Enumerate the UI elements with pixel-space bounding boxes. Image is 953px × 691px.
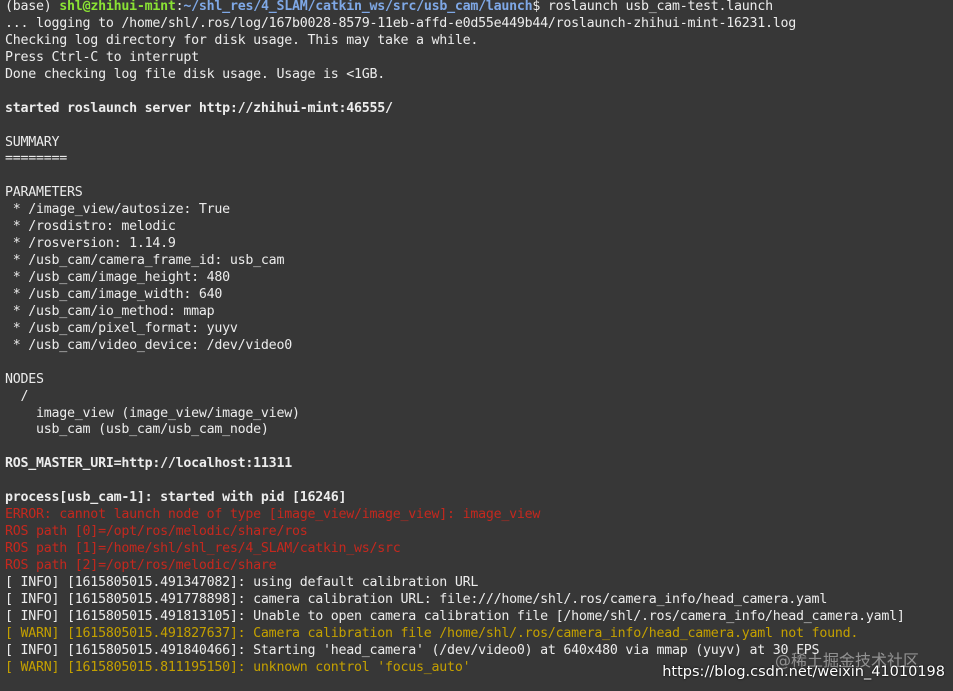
terminal-text: image_view (image_view/image_view) (5, 405, 300, 421)
terminal-line: * /rosversion: 1.14.9 (5, 236, 953, 253)
terminal-text: * /usb_cam/image_height: 480 (5, 270, 230, 285)
terminal-text: / (5, 388, 29, 404)
terminal-line: image_view (image_view/image_view) (5, 406, 953, 423)
terminal-line: * /usb_cam/video_device: /dev/video0 (5, 338, 953, 355)
terminal-text: * /usb_cam/camera_frame_id: usb_cam (5, 253, 285, 269)
terminal-text: Press Ctrl-C to interrupt (5, 49, 199, 65)
terminal-text: Done checking log file disk usage. Usage… (5, 66, 386, 82)
terminal-line: [ INFO] [1615805015.491813105]: Unable t… (5, 609, 953, 626)
terminal-line: * /usb_cam/image_height: 480 (5, 270, 953, 287)
terminal-line: * /usb_cam/io_method: mmap (5, 304, 953, 321)
terminal-line: ======== (5, 151, 953, 168)
terminal-line: PARAMETERS (5, 185, 953, 202)
terminal-line: Press Ctrl-C to interrupt (5, 50, 953, 67)
terminal-line: (base) shl@zhihui-mint:~/shl_res/4_SLAM/… (5, 0, 953, 16)
terminal-text: NODES (5, 371, 44, 387)
terminal-text: * /usb_cam/video_device: /dev/video0 (5, 337, 292, 353)
terminal-text: ROS path [2]=/opt/ros/melodic/share (5, 557, 277, 573)
terminal-line: Checking log directory for disk usage. T… (5, 33, 953, 50)
terminal-text: ERROR: cannot launch node of type [image… (5, 507, 541, 523)
terminal-line: ROS path [1]=/home/shl/shl_res/4_SLAM/ca… (5, 541, 953, 558)
terminal-text: [ INFO] [1615805015.491813105]: Unable t… (5, 608, 905, 624)
terminal-line: ... logging to /home/shl/.ros/log/167b00… (5, 16, 953, 33)
terminal-text: shl@zhihui-mint (59, 0, 176, 14)
terminal-text: [ INFO] [1615805015.491778898]: camera c… (5, 591, 828, 607)
terminal-text: ~/shl_res/4_SLAM/catkin_ws/src/usb_cam/l… (183, 0, 533, 14)
terminal-text: * /usb_cam/pixel_format: yuyv (5, 320, 238, 336)
terminal-text: * /usb_cam/image_width: 640 (5, 286, 223, 302)
terminal-line: ROS path [2]=/opt/ros/melodic/share (5, 558, 953, 575)
terminal-text: ROS_MASTER_URI=http://localhost:11311 (5, 456, 292, 472)
terminal-line: usb_cam (usb_cam/usb_cam_node) (5, 422, 953, 439)
terminal-line: [ INFO] [1615805015.491778898]: camera c… (5, 592, 953, 609)
terminal-text: [ INFO] [1615805015.491347082]: using de… (5, 574, 479, 590)
terminal-text: usb_cam (usb_cam/usb_cam_node) (5, 422, 269, 438)
terminal-text: ROS path [1]=/home/shl/shl_res/4_SLAM/ca… (5, 541, 401, 556)
terminal-text: * /image_view/autosize: True (5, 202, 230, 218)
terminal-text: ROS path [0]=/opt/ros/melodic/share/ros (5, 524, 308, 540)
terminal-window[interactable]: (base) shl@zhihui-mint:~/shl_res/4_SLAM/… (0, 0, 953, 691)
terminal-text: [ INFO] [1615805015.491840466]: Starting… (5, 642, 820, 658)
terminal-line: * /rosdistro: melodic (5, 219, 953, 236)
terminal-text: $ roslaunch usb_cam-test.launch (532, 0, 773, 14)
terminal-line: / (5, 389, 953, 406)
terminal-text: * /rosversion: 1.14.9 (5, 236, 176, 252)
terminal-text: started roslaunch server http://zhihui-m… (5, 100, 393, 116)
terminal-text: process[usb_cam-1]: started with pid [16… (5, 490, 347, 506)
terminal-text: Checking log directory for disk usage. T… (5, 32, 479, 48)
terminal-output: (base) shl@zhihui-mint:~/shl_res/4_SLAM/… (5, 0, 953, 677)
terminal-line: [ INFO] [1615805015.491347082]: using de… (5, 575, 953, 592)
terminal-text: ... logging to /home/shl/.ros/log/167b00… (5, 15, 797, 31)
terminal-line: started roslaunch server http://zhihui-m… (5, 101, 953, 118)
terminal-line: [ WARN] [1615805015.491827637]: Camera c… (5, 626, 953, 643)
terminal-text: * /usb_cam/io_method: mmap (5, 303, 215, 319)
terminal-text: (base) (5, 0, 60, 14)
terminal-line: * /usb_cam/pixel_format: yuyv (5, 321, 953, 338)
terminal-text: * /rosdistro: melodic (5, 219, 176, 235)
terminal-line: ROS path [0]=/opt/ros/melodic/share/ros (5, 524, 953, 541)
watermark-url: https://blog.csdn.net/weixin_41010198 (662, 664, 945, 680)
terminal-text: PARAMETERS (5, 185, 83, 201)
terminal-text: [ WARN] [1615805015.491827637]: Camera c… (5, 625, 859, 641)
terminal-text: SUMMARY (5, 134, 60, 150)
terminal-line: * /usb_cam/image_width: 640 (5, 287, 953, 304)
terminal-line: ERROR: cannot launch node of type [image… (5, 507, 953, 524)
terminal-line: * /image_view/autosize: True (5, 202, 953, 219)
terminal-line: * /usb_cam/camera_frame_id: usb_cam (5, 253, 953, 270)
terminal-line: Done checking log file disk usage. Usage… (5, 67, 953, 84)
terminal-line: process[usb_cam-1]: started with pid [16… (5, 490, 953, 507)
terminal-text: [ WARN] [1615805015.811195150]: unknown … (5, 659, 471, 675)
terminal-line: ROS_MASTER_URI=http://localhost:11311 (5, 456, 953, 473)
terminal-text: ======== (5, 151, 68, 167)
terminal-line: NODES (5, 372, 953, 389)
terminal-line: SUMMARY (5, 135, 953, 152)
